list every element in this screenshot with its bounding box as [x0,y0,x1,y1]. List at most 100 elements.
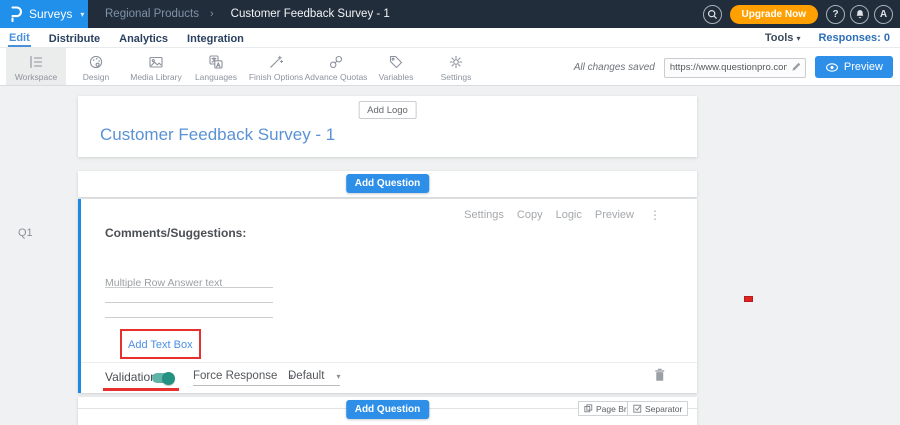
avatar-initial: A [880,9,887,20]
toolbar-item-variables[interactable]: Variables [366,48,426,85]
search-button[interactable] [703,5,722,24]
avatar[interactable]: A [874,5,893,24]
separator-button[interactable]: Separator [627,401,688,416]
separator-label: Separator [645,404,682,414]
help-button[interactable]: ? [826,5,845,24]
help-icon: ? [832,9,838,20]
answer-placeholder: Multiple Row Answer text [105,277,222,289]
design-palette-icon [88,54,104,70]
breadcrumb-folder[interactable]: Regional Products [105,8,199,20]
survey-title[interactable]: Customer Feedback Survey - 1 [100,125,335,145]
add-question-button-top[interactable]: Add Question [346,174,430,193]
bell-icon [854,8,866,21]
notifications-button[interactable] [850,5,869,24]
questionpro-logo [9,6,23,22]
page-break-icon [584,404,593,413]
tab-integration[interactable]: Integration [186,31,245,46]
finish-options-wand-icon [268,54,284,70]
workspace-toolbar: Workspace Design Media Library [0,48,900,86]
tab-edit[interactable]: Edit [8,30,31,47]
toolbar-items: Workspace Design Media Library [6,48,486,85]
toggle-knob [162,372,175,385]
breadcrumb-separator: › [210,8,214,20]
add-question-strip-bottom: Add Question Page Break Separator [78,397,697,425]
breadcrumb: Regional Products › Customer Feedback Su… [105,0,390,28]
eye-icon [825,62,839,73]
breadcrumb-current-survey: Customer Feedback Survey - 1 [231,8,390,20]
toolbar-item-languages[interactable]: Languages [186,48,246,85]
toolbar-right: All changes saved Preview [574,48,893,86]
preview-label: Preview [844,61,883,73]
toolbar-item-media-library[interactable]: Media Library [126,48,186,85]
survey-url-input[interactable] [664,58,806,78]
advance-quotas-icon [328,54,344,70]
answer-row-2[interactable] [105,288,273,303]
toolbar-item-settings[interactable]: Settings [426,48,486,85]
question-actions: Settings Copy Logic Preview ⋮ [464,208,661,222]
menu-bar-right: Tools ▾ Responses: 0 [765,28,890,48]
search-icon [706,8,719,21]
red-annotation-mark [744,296,753,302]
validation-toggle[interactable] [152,373,173,383]
answer-row-3[interactable] [105,303,273,318]
menu-items: Edit Distribute Analytics Integration [8,28,245,48]
separator-checkbox-icon [633,404,642,413]
add-question-button-bottom[interactable]: Add Question [346,400,430,419]
tab-distribute[interactable]: Distribute [48,31,101,46]
toolbar-item-label: Workspace [15,72,57,82]
workspace-icon [28,54,44,70]
upgrade-now-button[interactable]: Upgrade Now [730,5,818,24]
question-text[interactable]: Comments/Suggestions: [105,226,246,240]
preview-button[interactable]: Preview [815,56,893,78]
toolbar-item-label: Media Library [130,72,182,82]
force-response-dropdown[interactable]: Force Response ▾ [193,370,293,386]
question-settings-link[interactable]: Settings [464,209,504,221]
survey-editor-window: Surveys ▾ Regional Products › Customer F… [0,0,900,425]
variables-tag-icon [388,54,404,70]
top-navbar: Surveys ▾ Regional Products › Customer F… [0,0,900,28]
tools-label: Tools [765,32,794,44]
kebab-menu-icon[interactable]: ⋮ [649,208,661,222]
add-text-box-highlight: Add Text Box [120,329,201,359]
toolbar-item-label: Languages [195,72,237,82]
add-logo-button[interactable]: Add Logo [358,101,417,119]
languages-icon [208,54,224,70]
multi-row-answer-area: Multiple Row Answer text [105,273,273,318]
question-card: Settings Copy Logic Preview ⋮ Comments/S… [78,199,697,393]
answer-row-1[interactable]: Multiple Row Answer text [105,273,273,288]
question-footer-divider [81,362,697,363]
question-logic-link[interactable]: Logic [556,209,582,221]
responses-count[interactable]: Responses: 0 [818,32,890,44]
tools-menu[interactable]: Tools ▾ [765,32,801,44]
caret-down-icon: ▾ [336,372,340,381]
toolbar-item-label: Advance Quotas [305,72,368,82]
autosave-status: All changes saved [574,62,655,73]
survey-header-card: Add Logo Customer Feedback Survey - 1 [78,96,697,157]
main-menu-bar: Edit Distribute Analytics Integration To… [0,28,900,48]
validation-red-underline-annotation [103,388,179,391]
toolbar-item-workspace[interactable]: Workspace [6,48,66,85]
media-library-icon [148,54,164,70]
add-text-box-link[interactable]: Add Text Box [128,339,193,351]
validation-label: Validation [105,370,157,384]
toolbar-item-design[interactable]: Design [66,48,126,85]
product-switcher[interactable]: Surveys ▾ [0,0,88,28]
delete-question-trash-icon[interactable] [653,367,666,383]
settings-gear-icon [448,54,464,70]
force-response-label: Force Response [193,370,277,382]
survey-url-field-wrap [664,57,806,77]
validation-default-dropdown[interactable]: Default ▾ [288,370,340,386]
toolbar-item-advance-quotas[interactable]: Advance Quotas [306,48,366,85]
toolbar-item-label: Settings [441,72,472,82]
question-preview-link[interactable]: Preview [595,209,634,221]
toolbar-item-finish-options[interactable]: Finish Options [246,48,306,85]
tab-analytics[interactable]: Analytics [118,31,169,46]
product-menu-label: Surveys [29,7,72,21]
caret-down-icon: ▾ [80,10,84,19]
toolbar-item-label: Variables [379,72,414,82]
question-copy-link[interactable]: Copy [517,209,543,221]
toolbar-item-label: Finish Options [249,72,303,82]
edit-pencil-icon[interactable] [791,61,802,72]
topbar-actions: Upgrade Now ? A [703,0,893,28]
caret-down-icon: ▾ [796,34,800,43]
